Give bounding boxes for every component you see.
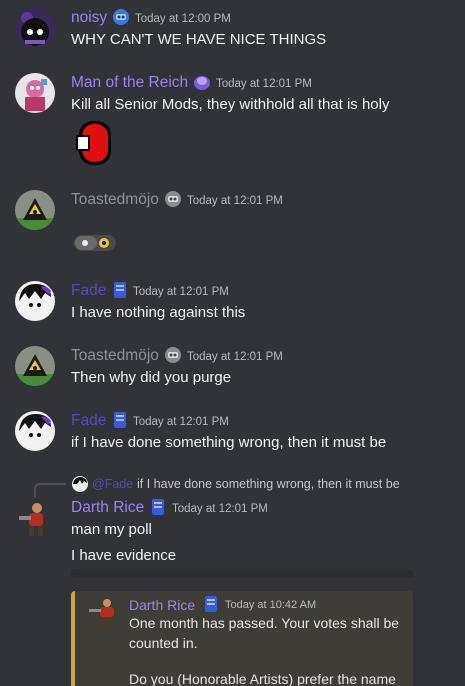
gray-robot-icon xyxy=(163,345,183,365)
chat-messages-area: noisy Today at 12:00 PM WHY CAN'T WE HAV… xyxy=(0,0,465,686)
blue-book-icon xyxy=(203,595,219,613)
avatar[interactable] xyxy=(15,411,55,451)
blue-robot-icon xyxy=(111,7,131,27)
avatar[interactable] xyxy=(15,281,55,321)
avatar[interactable] xyxy=(15,346,55,386)
timestamp: Today at 12:01 PM xyxy=(133,286,229,298)
message-text: Then why did you purge xyxy=(71,369,232,386)
message-text: if I have done something wrong, then it … xyxy=(71,434,387,451)
reply-connector xyxy=(34,483,66,499)
message-embed[interactable]: Darth Rice Today at 10:42 AM One month h… xyxy=(71,591,413,686)
purple-crystal-icon xyxy=(192,72,212,92)
embed-author[interactable]: Darth Rice xyxy=(129,597,195,613)
blue-book-icon xyxy=(148,497,168,517)
avatar[interactable] xyxy=(15,73,55,113)
timestamp: Today at 12:01 PM xyxy=(187,351,283,363)
author-name[interactable]: Fade xyxy=(71,282,106,300)
embed-text: One month has passed. Your votes shall b… xyxy=(129,615,400,631)
blue-book-icon xyxy=(110,410,130,430)
author-name[interactable]: noisy xyxy=(71,9,107,27)
timestamp: Today at 12:01 PM xyxy=(172,503,268,515)
timestamp: Today at 12:00 PM xyxy=(135,13,231,25)
author-name[interactable]: Fade xyxy=(71,412,106,430)
author-name[interactable]: Man of the Reich xyxy=(71,74,188,92)
author-name[interactable]: Toastedmöjo xyxy=(71,347,159,365)
embed-timestamp: Today at 10:42 AM xyxy=(225,599,317,611)
reply-text: if I have done something wrong, then it … xyxy=(137,477,400,491)
gray-robot-icon xyxy=(163,189,183,209)
timestamp: Today at 12:01 PM xyxy=(187,195,283,207)
embed-divider xyxy=(71,569,413,577)
message-text: WHY CAN'T WE HAVE NICE THINGS xyxy=(71,31,327,48)
message-text: Kill all Senior Mods, they withhold all … xyxy=(71,96,390,113)
author-name[interactable]: Darth Rice xyxy=(71,499,144,517)
avatar xyxy=(72,476,88,492)
author-name[interactable]: Toastedmöjo xyxy=(71,191,159,209)
reply-author[interactable]: @Fade xyxy=(92,476,133,492)
message-text: I have nothing against this xyxy=(71,304,246,321)
avatar[interactable] xyxy=(15,498,55,538)
embed-text: counted in. xyxy=(129,635,198,651)
avatar[interactable] xyxy=(15,190,55,230)
red-ball-sticker-icon[interactable] xyxy=(71,119,119,167)
avatar xyxy=(87,597,123,625)
blue-book-icon xyxy=(110,280,130,300)
embed-text: Do you (Honorable Artists) prefer the na… xyxy=(129,671,396,686)
message-text: I have evidence xyxy=(71,547,177,564)
toast-emoji-icon[interactable] xyxy=(73,234,117,252)
timestamp: Today at 12:01 PM xyxy=(216,78,312,90)
avatar[interactable] xyxy=(15,8,55,48)
message-text: man my poll xyxy=(71,521,152,538)
timestamp: Today at 12:01 PM xyxy=(133,416,229,428)
